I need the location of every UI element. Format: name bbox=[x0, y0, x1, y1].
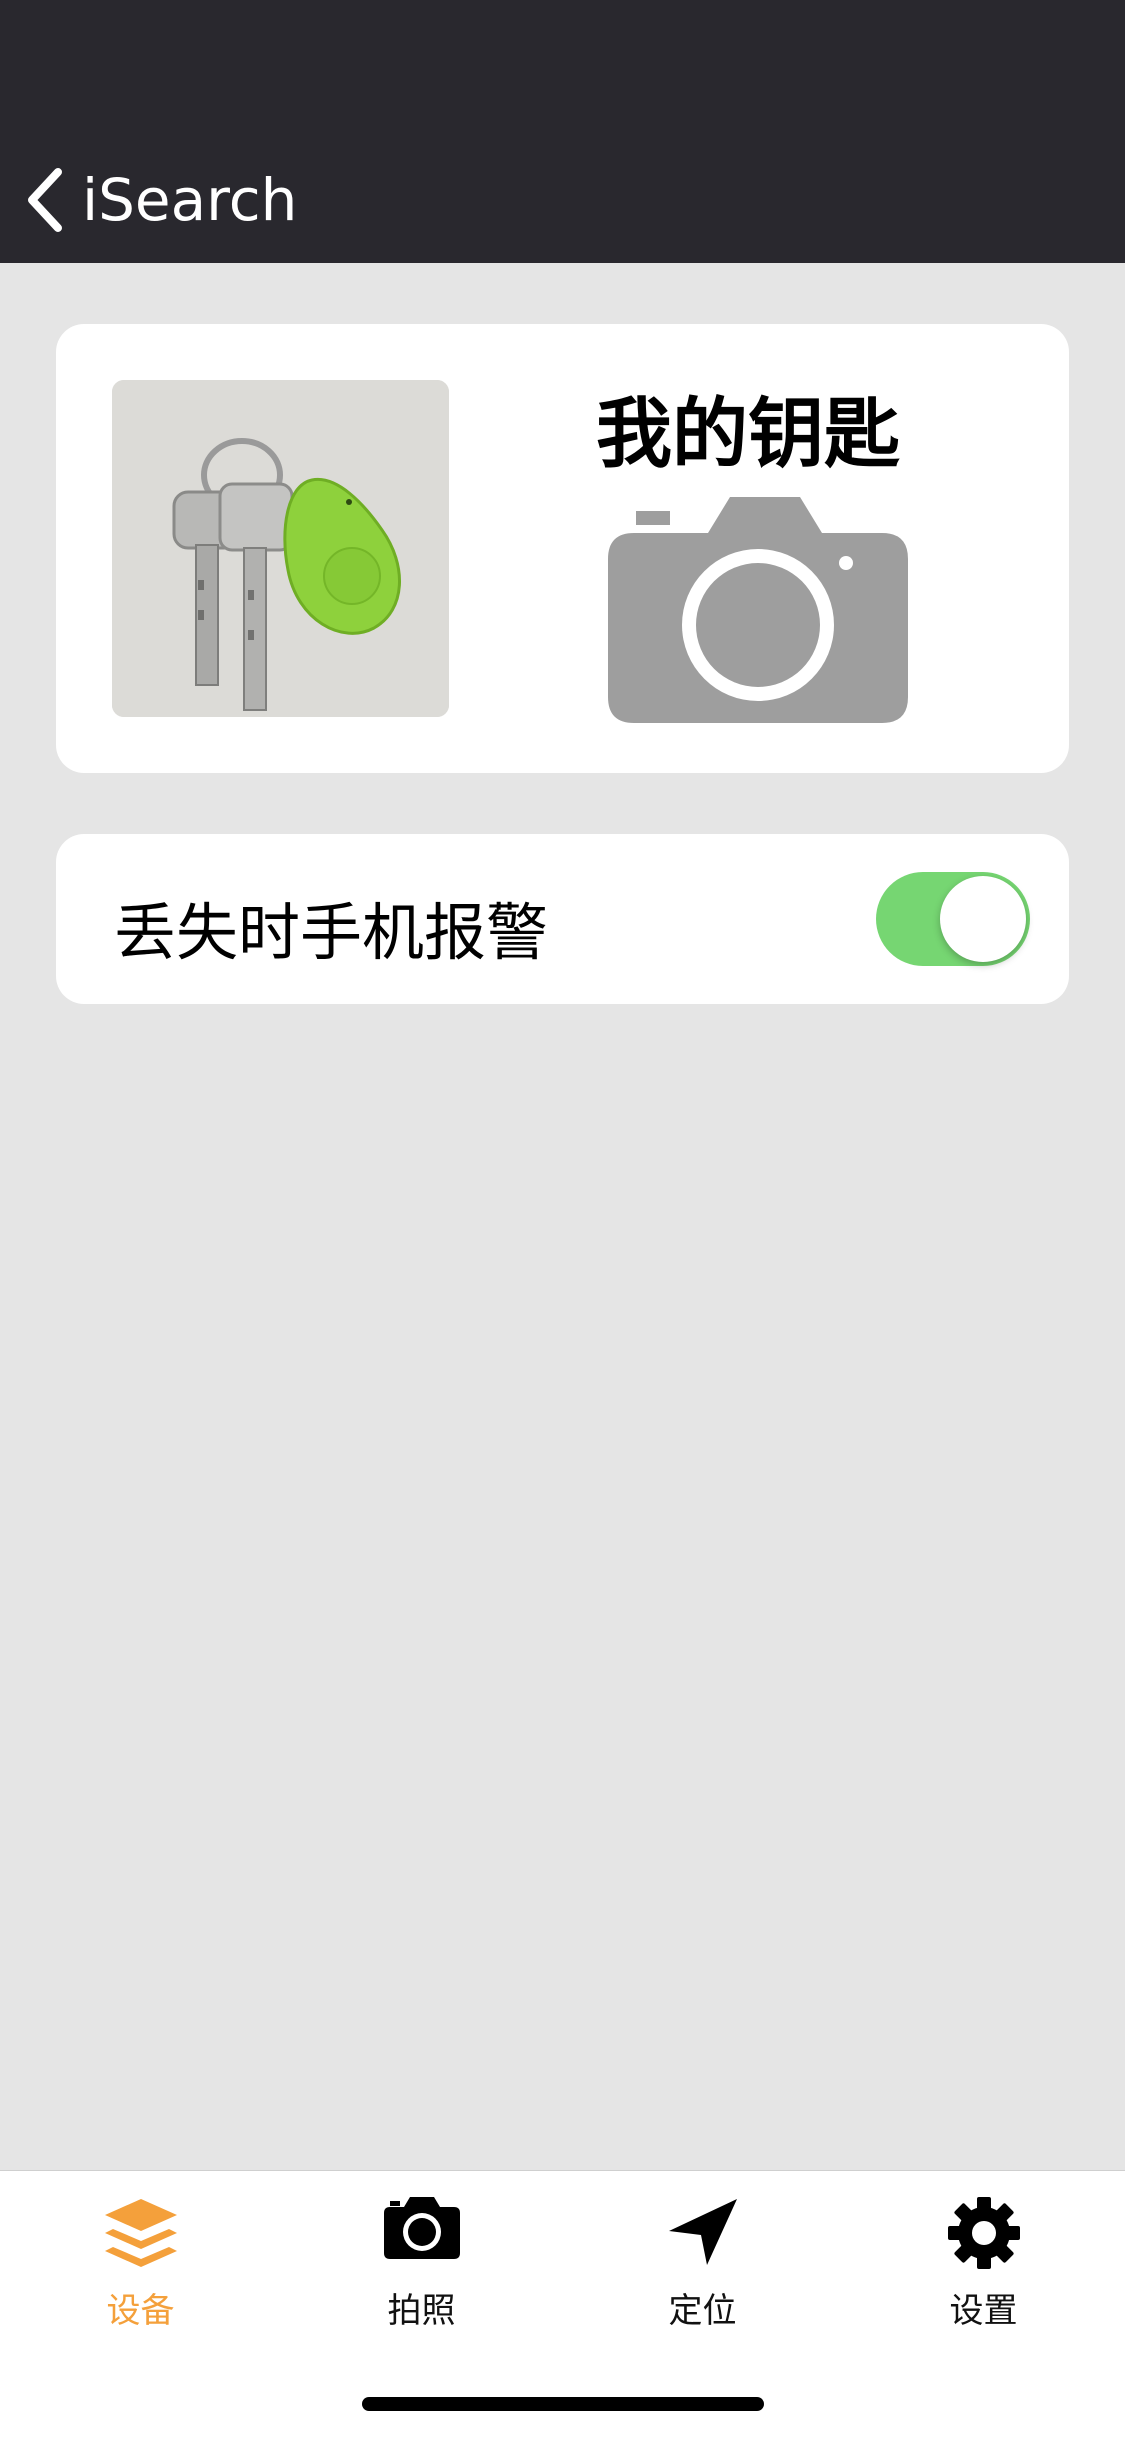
device-card: 我的钥匙 bbox=[56, 324, 1069, 773]
tab-devices[interactable]: 设备 bbox=[0, 2171, 281, 2341]
chevron-left-icon bbox=[28, 168, 62, 232]
back-button[interactable]: iSearch bbox=[24, 160, 297, 240]
back-button-label: iSearch bbox=[82, 166, 298, 234]
gear-icon bbox=[947, 2197, 1020, 2269]
tab-settings-label: 设置 bbox=[949, 2291, 1018, 2331]
layers-icon bbox=[104, 2199, 177, 2267]
camera-button[interactable] bbox=[608, 497, 908, 723]
location-arrow-icon bbox=[668, 2199, 737, 2265]
device-name: 我的钥匙 bbox=[596, 389, 900, 478]
tab-devices-label: 设备 bbox=[106, 2291, 175, 2331]
alarm-toggle[interactable] bbox=[876, 872, 1030, 966]
tab-location[interactable]: 定位 bbox=[562, 2171, 843, 2341]
alarm-card: 丢失时手机报警 bbox=[56, 834, 1069, 1004]
tab-camera[interactable]: 拍照 bbox=[281, 2171, 562, 2341]
tab-settings[interactable]: 设置 bbox=[843, 2171, 1124, 2341]
home-indicator bbox=[362, 2397, 764, 2411]
alarm-label: 丢失时手机报警 bbox=[114, 896, 549, 969]
tab-location-label: 定位 bbox=[668, 2291, 737, 2331]
toggle-knob bbox=[940, 876, 1026, 962]
navigation-bar: iSearch bbox=[0, 0, 1125, 263]
tab-camera-label: 拍照 bbox=[387, 2291, 456, 2331]
camera-icon bbox=[608, 497, 908, 723]
camera-icon bbox=[383, 2197, 460, 2259]
